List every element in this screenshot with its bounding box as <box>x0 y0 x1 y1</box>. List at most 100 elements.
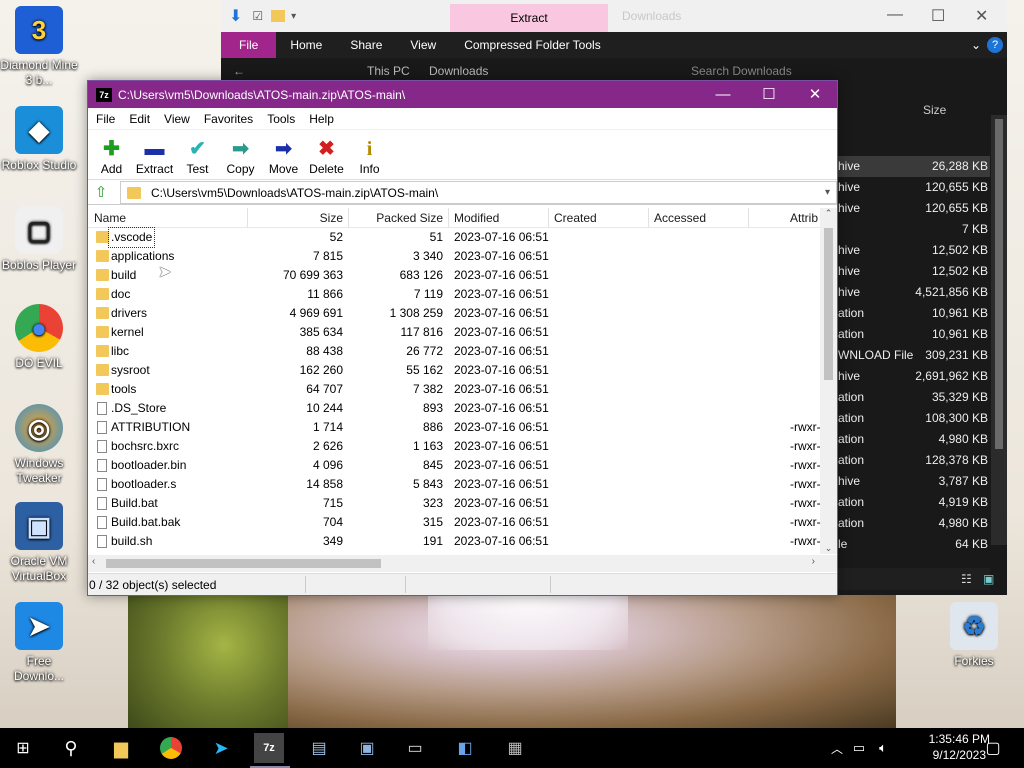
desktop-icon-roblox-studio[interactable]: ◆ Roblox Studio <box>0 106 78 173</box>
explorer-list-item[interactable]: hive 12,502 KB <box>838 261 990 282</box>
scroll-right-icon[interactable]: › <box>812 556 815 567</box>
horizontal-scrollbar[interactable]: ‹ › <box>88 555 837 572</box>
explorer-size-header[interactable]: Size <box>923 103 946 117</box>
table-row[interactable]: build.sh 349 191 2023-07-16 06:51 -rwxr- <box>88 532 837 551</box>
explorer-vscroll[interactable] <box>991 115 1007 545</box>
explorer-list-item[interactable]: ation 4,980 KB <box>838 429 990 450</box>
file-explorer-icon[interactable]: ▆ <box>106 733 136 763</box>
column-attrib[interactable]: Attrib <box>790 208 818 228</box>
explorer-close-icon[interactable]: ✕ <box>975 6 988 26</box>
table-row[interactable]: build 70 699 363 683 126 2023-07-16 06:51 <box>88 266 837 285</box>
explorer-list-item[interactable]: ation 4,919 KB <box>838 492 990 513</box>
vertical-scroll-thumb[interactable] <box>824 228 833 380</box>
ribbon-tab-home[interactable]: Home <box>276 38 336 52</box>
sevenzip-window[interactable]: 7z C:\Users\vm5\Downloads\ATOS-main.zip\… <box>87 80 838 596</box>
explorer-search[interactable]: Search Downloads <box>691 64 792 78</box>
network-tool-taskbar-icon[interactable]: ▤ <box>304 733 334 763</box>
explorer-list-item[interactable]: WNLOAD File 309,231 KB <box>838 345 990 366</box>
volume-muted-icon[interactable]: 🔈︎ <box>868 733 898 763</box>
maximize-icon[interactable]: ☐ <box>746 81 792 108</box>
ribbon-tab-share[interactable]: Share <box>336 38 396 52</box>
ribbon-tab-view[interactable]: View <box>396 38 450 52</box>
menu-tools[interactable]: Tools <box>265 112 301 126</box>
table-row[interactable]: doc 11 866 7 119 2023-07-16 06:51 <box>88 285 837 304</box>
desktop-icon-recycle-bin[interactable]: ♻ Forkies <box>935 602 1013 669</box>
test-button[interactable]: ✔ Test <box>176 136 219 176</box>
menu-help[interactable]: Help <box>307 112 340 126</box>
menu-favorites[interactable]: Favorites <box>202 112 259 126</box>
ribbon-tab-file[interactable]: File <box>221 32 277 58</box>
table-row[interactable]: drivers 4 969 691 1 308 259 2023-07-16 06:5… <box>88 304 837 323</box>
start-windows-icon[interactable]: ⊞ <box>8 733 38 763</box>
up-folder-icon[interactable]: ⇧ <box>88 183 114 201</box>
column-created[interactable]: Created <box>554 208 597 228</box>
explorer-list-item[interactable]: hive 3,787 KB <box>838 471 990 492</box>
search-icon[interactable]: ⚲ <box>56 733 86 763</box>
ribbon-expand-icon[interactable]: ⌄ <box>965 38 987 52</box>
windows98-taskbar-icon[interactable]: ◧ <box>450 733 480 763</box>
scroll-down-icon[interactable]: ⌄ <box>820 543 837 554</box>
terminal-taskbar-icon[interactable]: ▭ <box>400 733 430 763</box>
explorer-list-item[interactable]: ation 108,300 KB <box>838 408 990 429</box>
address-dropdown-icon[interactable]: ▾ <box>825 187 830 198</box>
table-row[interactable]: .vscode 52 51 2023-07-16 06:51 <box>88 227 837 248</box>
desktop-icon-free-download[interactable]: ➤ Free Downlo... <box>0 602 78 684</box>
quick-access-down-icon[interactable]: ⬇ <box>229 6 242 26</box>
explorer-list-item[interactable]: hive 26,288 KB <box>838 156 990 177</box>
column-modified[interactable]: Modified <box>454 208 499 228</box>
explorer-list-item[interactable]: hive 2,691,962 KB <box>838 366 990 387</box>
column-name[interactable]: Name <box>94 208 126 228</box>
ribbon-tab-compressed-tools[interactable]: Compressed Folder Tools <box>450 38 615 52</box>
breadcrumb-this-pc[interactable]: This PC <box>367 64 410 78</box>
sevenzip-titlebar[interactable]: 7z C:\Users\vm5\Downloads\ATOS-main.zip\… <box>88 81 837 108</box>
desktop-icon-do-evil[interactable]: ● DO EVIL <box>0 304 78 371</box>
column-packed-size[interactable]: Packed Size <box>376 208 443 228</box>
explorer-list-item[interactable]: ation 128,378 KB <box>838 450 990 471</box>
help-icon[interactable]: ? <box>987 37 1003 53</box>
explorer-list-item[interactable]: ation 4,980 KB <box>838 513 990 534</box>
properties-icon[interactable]: ☑ <box>252 9 263 23</box>
explorer-titlebar[interactable]: ⬇ ☑ ▾ Extract Downloads — ☐ ✕ <box>221 0 1007 32</box>
notifications-icon[interactable]: ▢ <box>978 733 1008 763</box>
quick-access-dropdown-icon[interactable]: ▾ <box>291 11 296 22</box>
add-button[interactable]: ✚ Add <box>90 136 133 176</box>
menu-edit[interactable]: Edit <box>127 112 156 126</box>
table-row[interactable]: bochsrc.bxrc 2 626 1 163 2023-07-16 06:51 -r… <box>88 437 837 456</box>
virtualbox-taskbar-icon[interactable]: ▣ <box>352 733 382 763</box>
desktop-icon-windows-tweaker[interactable]: ◎ Windows Tweaker <box>0 404 78 486</box>
move-button[interactable]: ➡ Move <box>262 136 305 176</box>
table-row[interactable]: .DS_Store 10 244 893 2023-07-16 06:51 <box>88 399 837 418</box>
explorer-minimize-icon[interactable]: — <box>887 6 903 24</box>
new-folder-icon[interactable] <box>271 10 286 22</box>
explorer-list-item[interactable]: ation 10,961 KB <box>838 303 990 324</box>
extract-context-tab[interactable]: Extract <box>450 4 608 32</box>
explorer-list-item[interactable]: hive 4,521,856 KB <box>838 282 990 303</box>
explorer-list-item[interactable]: ation 10,961 KB <box>838 324 990 345</box>
table-row[interactable]: bootloader.bin 4 096 845 2023-07-16 06:51 -r… <box>88 456 837 475</box>
desktop-icon-virtualbox[interactable]: ▣ Oracle VM VirtualBox <box>0 502 78 584</box>
menu-view[interactable]: View <box>162 112 196 126</box>
table-row[interactable]: Build.bat.bak 704 315 2023-07-16 06:51 -rwxr… <box>88 513 837 532</box>
chrome-taskbar-icon[interactable] <box>156 733 186 763</box>
minimize-icon[interactable]: — <box>700 81 746 108</box>
explorer-maximize-icon[interactable]: ☐ <box>931 6 945 26</box>
scroll-left-icon[interactable]: ‹ <box>92 556 95 567</box>
column-accessed[interactable]: Accessed <box>654 208 706 228</box>
scroll-up-icon[interactable]: ⌃ <box>820 208 837 219</box>
copy-button[interactable]: ➡ Copy <box>219 136 262 176</box>
desktop-icon-diamond-mine[interactable]: 3 Diamond Mine 3 b... <box>0 6 78 88</box>
sevenzip-taskbar-icon[interactable]: 7z <box>254 733 284 763</box>
table-row[interactable]: sysroot 162 260 55 162 2023-07-16 06:51 <box>88 361 837 380</box>
menu-file[interactable]: File <box>94 112 121 126</box>
explorer-list-item[interactable]: le 64 KB <box>838 534 990 555</box>
extract-button[interactable]: ▬ Extract <box>133 136 176 176</box>
table-row[interactable]: bootloader.s 14 858 5 843 2023-07-16 06:51 -… <box>88 475 837 494</box>
address-field[interactable]: C:\Users\vm5\Downloads\ATOS-main.zip\ATO… <box>120 181 837 204</box>
close-icon[interactable]: ✕ <box>792 81 838 108</box>
table-row[interactable]: libc 88 438 26 772 2023-07-16 06:51 <box>88 342 837 361</box>
breadcrumb-downloads[interactable]: Downloads <box>429 64 488 78</box>
table-row[interactable]: Build.bat 715 323 2023-07-16 06:51 -rwxr- <box>88 494 837 513</box>
free-download-manager-taskbar-icon[interactable]: ➤ <box>206 733 236 763</box>
desktop-icon-boblos-player[interactable]: ▢ Boblos Player <box>0 206 78 273</box>
app-taskbar-icon[interactable]: ▦ <box>500 733 530 763</box>
